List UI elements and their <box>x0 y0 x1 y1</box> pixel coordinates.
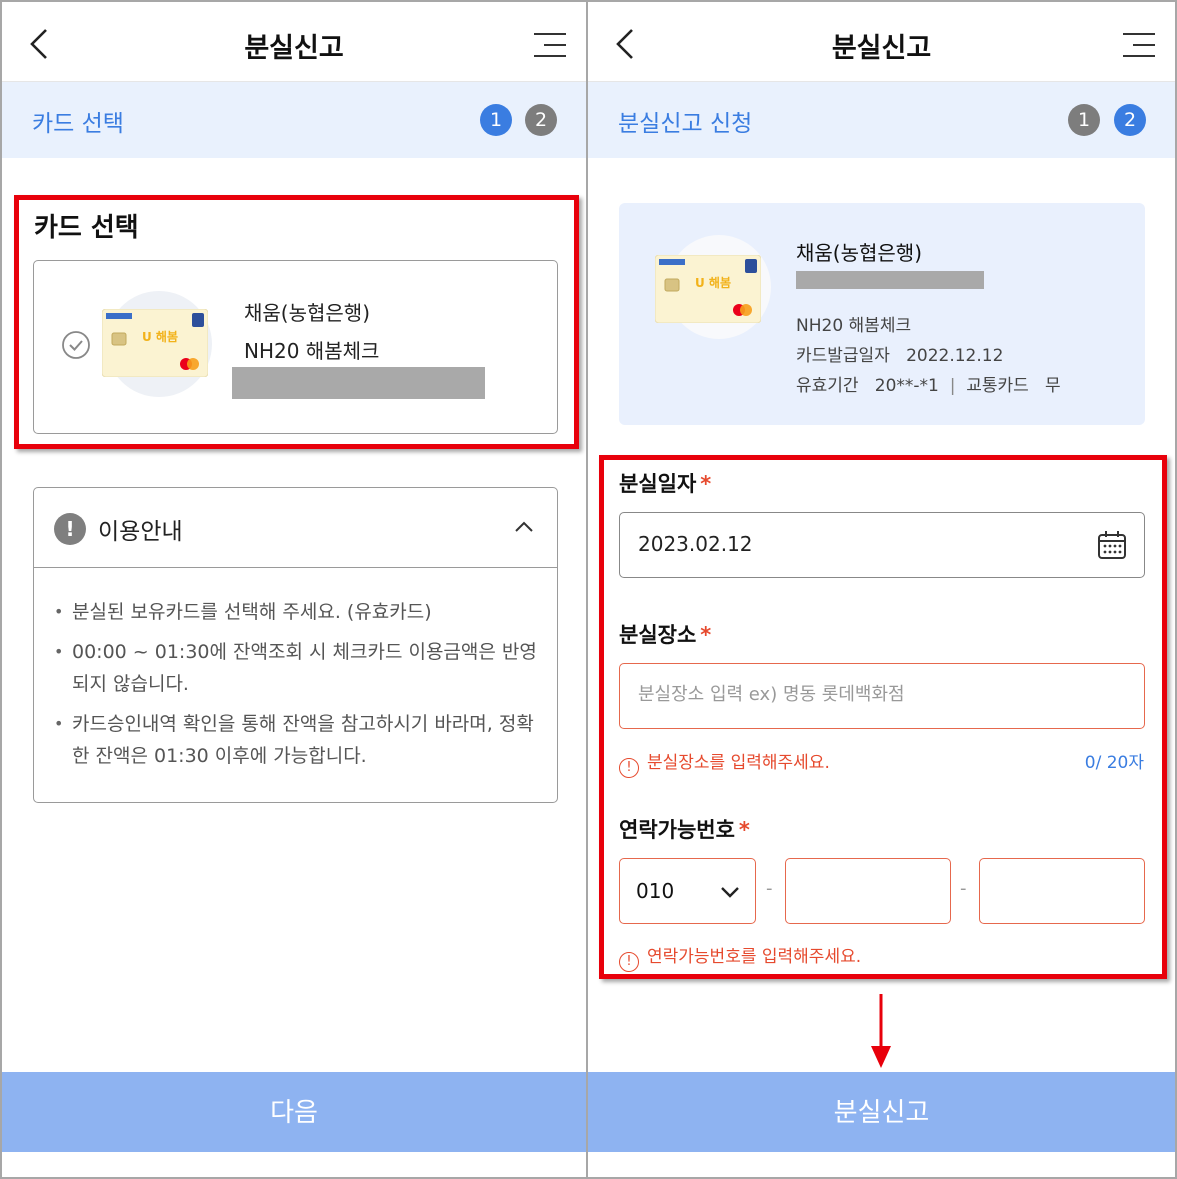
next-button[interactable]: 다음 <box>2 1072 586 1152</box>
down-arrow-icon <box>871 994 891 1068</box>
card-option[interactable]: U 해봄 채움(농협은행) NH20 해봄체크 <box>33 260 558 434</box>
validity-row: 유효기간 20**-*1 | 교통카드 무 <box>796 376 1061 396</box>
usage-guide-header[interactable]: ! 이용안내 <box>34 488 557 568</box>
validity-label: 유효기간 <box>796 376 859 396</box>
step-bar: 분실신고 신청 1 2 <box>588 82 1175 158</box>
card-image: U 해봄 <box>102 309 208 377</box>
issue-date-label: 카드발급일자 <box>796 346 890 366</box>
chevron-down-icon <box>721 887 739 898</box>
calendar-icon[interactable] <box>1096 529 1128 561</box>
phone-prefix-select[interactable]: 010 <box>619 858 756 924</box>
step-badge-2: 2 <box>1114 104 1146 136</box>
card-select-screen: 분실신고 카드 선택 1 2 카드 선택 U 해봄 채움(농협은행) NH20 … <box>0 0 588 1179</box>
phone-prefix-value: 010 <box>636 879 675 903</box>
usage-guide: ! 이용안내 분실된 보유카드를 선택해 주세요. (유효카드) 00:00 ~… <box>33 487 558 803</box>
phone-label: 연락가능번호 * <box>619 818 750 842</box>
error-icon: ! <box>619 758 639 778</box>
char-counter: 0/ 20자 <box>1084 753 1144 773</box>
step-badge-2: 2 <box>525 104 557 136</box>
step-bar: 카드 선택 1 2 <box>2 82 586 158</box>
submit-loss-report-button[interactable]: 분실신고 <box>588 1072 1175 1152</box>
redacted-card-number <box>232 367 485 399</box>
phone-dash: - <box>766 878 773 899</box>
step-title: 카드 선택 <box>32 111 124 137</box>
transit-value: 무 <box>1045 376 1061 396</box>
transit-label: 교통카드 <box>966 376 1029 396</box>
required-mark: * <box>738 818 750 842</box>
validity-value: 20**-*1 <box>874 376 939 396</box>
menu-icon[interactable] <box>532 30 568 60</box>
phone-middle-input[interactable] <box>785 858 951 924</box>
loss-date-label: 분실일자 * <box>619 472 712 496</box>
step-title: 분실신고 신청 <box>618 111 753 137</box>
loss-place-input[interactable]: 분실장소 입력 ex) 명동 롯데백화점 <box>619 663 1145 729</box>
phone-last-input[interactable] <box>979 858 1145 924</box>
list-item: 분실된 보유카드를 선택해 주세요. (유효카드) <box>54 596 541 628</box>
card-info-panel: U 해봄 채움(농협은행) NH20 해봄체크 카드발급일자 2022.12.1… <box>619 203 1145 425</box>
error-icon: ! <box>619 952 639 972</box>
step-badge-1: 1 <box>480 104 512 136</box>
phone-error: ! 연락가능번호를 입력해주세요. <box>619 942 861 972</box>
usage-guide-title: 이용안내 <box>98 519 183 545</box>
card-name: 채움(농협은행) <box>796 241 923 265</box>
usage-guide-list: 분실된 보유카드를 선택해 주세요. (유효카드) 00:00 ~ 01:30에… <box>54 596 541 780</box>
list-item: 00:00 ~ 01:30에 잔액조회 시 체크카드 이용금액은 반영되지 않습… <box>54 636 541 700</box>
step-badge-1: 1 <box>1068 104 1100 136</box>
menu-icon[interactable] <box>1121 30 1157 60</box>
header: 분실신고 <box>588 2 1175 82</box>
loss-place-error: ! 분실장소를 입력해주세요. <box>619 748 830 778</box>
list-item: 카드승인내역 확인을 통해 잔액을 참고하시기 바라며, 정확한 잔액은 01:… <box>54 708 541 772</box>
page-title: 분실신고 <box>831 33 932 64</box>
loss-date-value: 2023.02.12 <box>638 532 753 556</box>
issue-date-row: 카드발급일자 2022.12.12 <box>796 341 1003 366</box>
section-title: 카드 선택 <box>34 213 139 243</box>
card-product: NH20 해봄체크 <box>796 316 912 336</box>
loss-date-field[interactable]: 2023.02.12 <box>619 512 1145 578</box>
redacted-card-number <box>796 271 984 289</box>
exclamation-icon: ! <box>54 513 86 545</box>
card-image: U 해봄 <box>655 255 761 323</box>
check-circle-icon[interactable] <box>60 329 92 361</box>
chevron-up-icon[interactable] <box>513 516 535 538</box>
phone-dash: - <box>960 878 967 899</box>
issue-date-value: 2022.12.12 <box>906 346 1004 366</box>
card-name: 채움(농협은행) <box>244 301 371 325</box>
svg-text:U 해봄: U 해봄 <box>695 276 731 290</box>
required-mark: * <box>700 623 712 647</box>
loss-report-screen: 분실신고 분실신고 신청 1 2 U 해봄 채움(농협은행) NH20 해봄체크… <box>588 0 1177 1179</box>
svg-text:U 해봄: U 해봄 <box>142 330 178 344</box>
required-mark: * <box>700 472 712 496</box>
page-title: 분실신고 <box>244 33 344 64</box>
header: 분실신고 <box>2 2 586 82</box>
loss-place-label: 분실장소 * <box>619 623 712 647</box>
card-product: NH20 해봄체크 <box>244 339 380 363</box>
